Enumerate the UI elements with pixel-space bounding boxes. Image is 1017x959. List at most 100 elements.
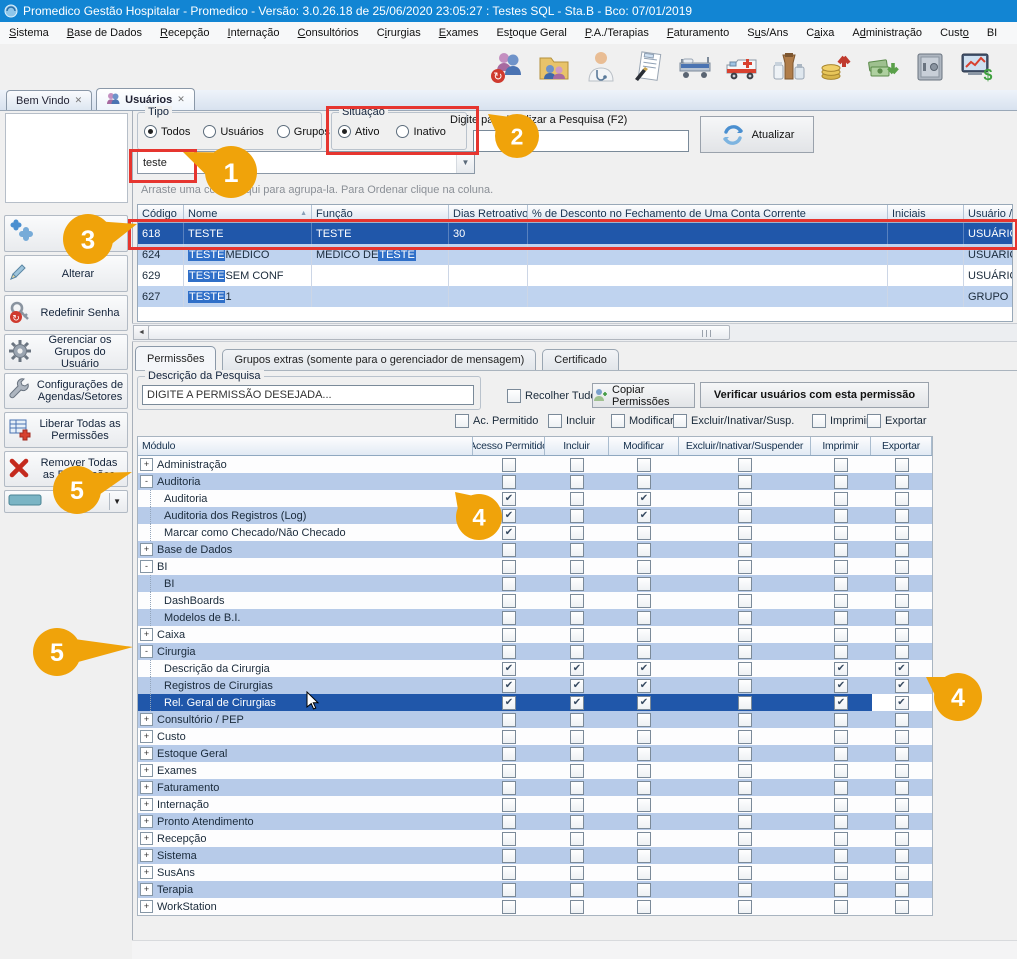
permission-row[interactable]: +SusAns bbox=[138, 864, 932, 881]
permission-checkbox[interactable] bbox=[738, 832, 752, 846]
table-row[interactable]: 618TESTETESTE30USUÁRIO bbox=[138, 223, 1012, 244]
permission-checkbox[interactable] bbox=[738, 492, 752, 506]
permission-checkbox[interactable] bbox=[502, 628, 516, 642]
permission-checkbox[interactable] bbox=[570, 713, 584, 727]
permission-checkbox[interactable] bbox=[570, 628, 584, 642]
permission-checkbox[interactable] bbox=[738, 696, 752, 710]
permission-checkbox[interactable] bbox=[834, 458, 848, 472]
permission-checkbox[interactable] bbox=[834, 611, 848, 625]
permission-checkbox[interactable] bbox=[738, 900, 752, 914]
redefinir-senha-button[interactable]: ↻Redefinir Senha bbox=[4, 295, 128, 331]
permission-checkbox[interactable] bbox=[738, 645, 752, 659]
checkbox-box[interactable] bbox=[611, 414, 625, 428]
permission-search-input[interactable]: DIGITE A PERMISSÃO DESEJADA... bbox=[142, 385, 474, 405]
expand-icon[interactable]: + bbox=[140, 764, 153, 777]
filter-check-imprimir[interactable]: Imprimir bbox=[812, 414, 870, 428]
permission-checkbox[interactable]: ✔ bbox=[502, 696, 516, 710]
permission-checkbox[interactable] bbox=[895, 526, 909, 540]
permission-checkbox[interactable] bbox=[895, 458, 909, 472]
expand-icon[interactable]: + bbox=[140, 883, 153, 896]
menu-item-estoque-geral[interactable]: Estoque Geral bbox=[487, 22, 575, 44]
permission-checkbox[interactable] bbox=[637, 815, 651, 829]
column-header-c-digo[interactable]: Código bbox=[138, 205, 184, 222]
payment-down-icon[interactable] bbox=[864, 48, 902, 86]
permission-checkbox[interactable] bbox=[570, 458, 584, 472]
permission-checkbox[interactable] bbox=[502, 866, 516, 880]
permission-row[interactable]: +Internação bbox=[138, 796, 932, 813]
close-icon[interactable]: ✕ bbox=[75, 96, 83, 106]
permission-checkbox[interactable] bbox=[570, 543, 584, 557]
permission-row[interactable]: Rel. Geral de Cirurgias✔✔✔✔✔ bbox=[138, 694, 932, 711]
permission-row[interactable]: -Cirurgia bbox=[138, 643, 932, 660]
tab-bem-vindo[interactable]: Bem Vindo✕ bbox=[6, 90, 92, 110]
sync-users-icon[interactable]: ↻ bbox=[488, 48, 526, 86]
permission-checkbox[interactable]: ✔ bbox=[637, 509, 651, 523]
filter-check-modificar[interactable]: Modificar bbox=[611, 414, 674, 428]
table-row[interactable]: 627TESTE1GRUPO bbox=[138, 286, 1012, 307]
permission-checkbox[interactable] bbox=[637, 849, 651, 863]
permission-checkbox[interactable] bbox=[637, 781, 651, 795]
menu-item-caixa[interactable]: Caixa bbox=[797, 22, 843, 44]
perm-column-header-m-dulo[interactable]: Módulo bbox=[138, 437, 473, 455]
permission-checkbox[interactable] bbox=[502, 781, 516, 795]
expand-icon[interactable]: + bbox=[140, 781, 153, 794]
column-header-nome[interactable]: Nome▲ bbox=[184, 205, 312, 222]
permission-checkbox[interactable] bbox=[834, 900, 848, 914]
permission-checkbox[interactable] bbox=[895, 611, 909, 625]
permission-checkbox[interactable] bbox=[637, 747, 651, 761]
permission-checkbox[interactable] bbox=[738, 713, 752, 727]
permission-checkbox[interactable] bbox=[834, 560, 848, 574]
perm-column-header-excluir-inativar-suspender[interactable]: Excluir/Inativar/Suspender bbox=[679, 437, 811, 455]
permission-checkbox[interactable] bbox=[502, 747, 516, 761]
permission-checkbox[interactable] bbox=[834, 645, 848, 659]
permission-row[interactable]: +Custo bbox=[138, 728, 932, 745]
permission-checkbox[interactable] bbox=[834, 577, 848, 591]
table-row[interactable]: 629TESTE SEM CONFUSUÁRIO bbox=[138, 265, 1012, 286]
expand-icon[interactable]: + bbox=[140, 713, 153, 726]
permission-row[interactable]: +Estoque Geral bbox=[138, 745, 932, 762]
tab-grupos[interactable]: Grupos extras (somente para o gerenciado… bbox=[222, 349, 536, 370]
situacao-radio-inativo[interactable]: Inativo bbox=[396, 125, 445, 138]
permission-row[interactable]: -BI bbox=[138, 558, 932, 575]
permission-row[interactable]: +WorkStation bbox=[138, 898, 932, 915]
checkbox-box[interactable] bbox=[455, 414, 469, 428]
permission-checkbox[interactable] bbox=[834, 883, 848, 897]
permission-checkbox[interactable] bbox=[834, 730, 848, 744]
pharmacy-stock-icon[interactable] bbox=[770, 48, 808, 86]
user-groups-folder-icon[interactable] bbox=[535, 48, 573, 86]
permission-row[interactable]: Auditoria✔✔ bbox=[138, 490, 932, 507]
permission-checkbox[interactable] bbox=[502, 560, 516, 574]
permission-checkbox[interactable]: ✔ bbox=[637, 696, 651, 710]
tab-permissões[interactable]: Permissões bbox=[135, 346, 216, 370]
permission-checkbox[interactable] bbox=[895, 866, 909, 880]
collapse-icon[interactable]: - bbox=[140, 560, 153, 573]
permission-checkbox[interactable] bbox=[502, 849, 516, 863]
permission-checkbox[interactable] bbox=[637, 560, 651, 574]
permission-checkbox[interactable] bbox=[738, 679, 752, 693]
permission-checkbox[interactable] bbox=[834, 815, 848, 829]
permission-checkbox[interactable] bbox=[502, 730, 516, 744]
permission-checkbox[interactable] bbox=[637, 798, 651, 812]
contract-document-icon[interactable] bbox=[629, 48, 667, 86]
permission-checkbox[interactable] bbox=[895, 645, 909, 659]
permission-row[interactable]: Registros de Cirurgias✔✔✔✔✔ bbox=[138, 677, 932, 694]
permission-row[interactable]: +Recepção bbox=[138, 830, 932, 847]
tipo-radio-usu-rios[interactable]: Usuários bbox=[203, 125, 263, 138]
copiar-permissoes-button[interactable]: Copiar Permissões bbox=[592, 383, 695, 408]
permission-checkbox[interactable] bbox=[570, 492, 584, 506]
permission-checkbox[interactable] bbox=[502, 883, 516, 897]
permission-row[interactable]: +Terapia bbox=[138, 881, 932, 898]
permission-checkbox[interactable] bbox=[895, 883, 909, 897]
filter-check-exportar[interactable]: Exportar bbox=[867, 414, 927, 428]
filter-check-ac-permitido[interactable]: Ac. Permitido bbox=[455, 414, 538, 428]
checkbox-box[interactable] bbox=[867, 414, 881, 428]
permission-checkbox[interactable] bbox=[895, 713, 909, 727]
permission-checkbox[interactable] bbox=[570, 866, 584, 880]
menu-item-faturamento[interactable]: Faturamento bbox=[658, 22, 738, 44]
permission-checkbox[interactable] bbox=[834, 747, 848, 761]
permission-checkbox[interactable] bbox=[570, 849, 584, 863]
revenue-up-icon[interactable] bbox=[817, 48, 855, 86]
permission-checkbox[interactable]: ✔ bbox=[570, 662, 584, 676]
clipped-edge-icon[interactable] bbox=[1005, 48, 1017, 86]
expand-icon[interactable]: + bbox=[140, 815, 153, 828]
